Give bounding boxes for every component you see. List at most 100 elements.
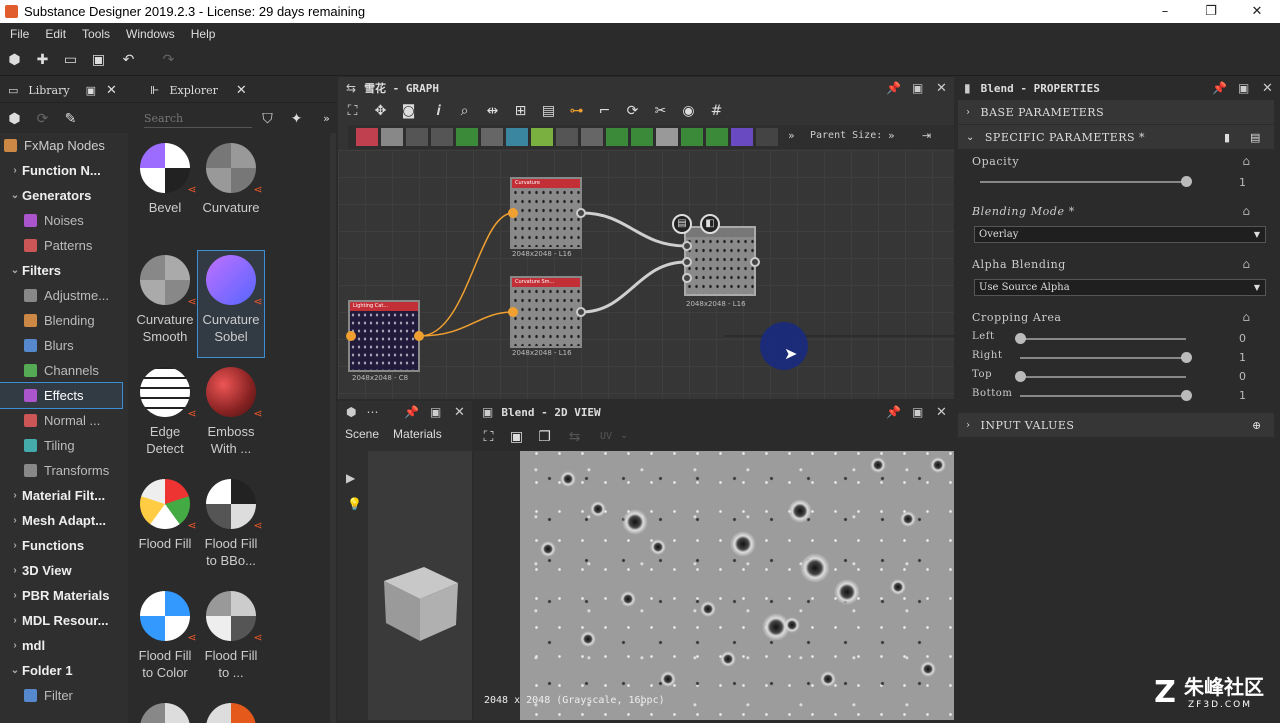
close-panel-icon[interactable]: ✕	[1262, 81, 1273, 96]
node-thumbnail[interactable]: ⋖ Emboss With ...	[198, 363, 264, 469]
share-icon[interactable]: ⇆	[566, 429, 583, 445]
add-icon[interactable]: ⊕	[1252, 419, 1262, 432]
node-thumbnail[interactable]: ⋖ Flood Fill to ...	[198, 587, 264, 693]
maximize-button[interactable]: ❐	[1188, 0, 1234, 23]
close-panel-icon[interactable]: ✕	[936, 81, 947, 96]
node-thumbnail[interactable]	[198, 699, 264, 723]
fit-view-icon[interactable]: ⛶	[480, 429, 497, 445]
chevron-right-icon[interactable]: ›	[8, 590, 22, 601]
search-input[interactable]	[144, 110, 252, 128]
undock-icon[interactable]: ▣	[912, 405, 923, 419]
node-thumbnail[interactable]: ⋖ Curvature Sobel	[197, 250, 265, 358]
move-icon[interactable]: ✥	[372, 103, 389, 119]
category-item[interactable]: › mdl	[0, 633, 122, 658]
redo-icon[interactable]: ↷	[160, 52, 177, 68]
node-thumbnail[interactable]	[132, 699, 198, 723]
pin-icon[interactable]: 📌	[404, 405, 419, 419]
category-item[interactable]: Effects	[0, 382, 123, 409]
menu-file[interactable]: File	[10, 27, 29, 41]
chevron-down-icon[interactable]: ⌄	[8, 665, 22, 676]
menu-edit[interactable]: Edit	[45, 27, 66, 41]
node-blend[interactable]	[684, 226, 756, 296]
menu-help[interactable]: Help	[191, 27, 216, 41]
specific-parameters-section[interactable]: ⌄ SPECIFIC PARAMETERS * ▮ ▤	[958, 125, 1274, 149]
warp-icon[interactable]	[556, 128, 578, 146]
undock-icon[interactable]: ▣	[1238, 81, 1249, 95]
category-item[interactable]: Normal ...	[0, 408, 122, 433]
node-thumbnail[interactable]: ⋖ Flood Fill to Color	[132, 587, 198, 693]
crop-left-slider-knob[interactable]	[1015, 333, 1026, 344]
menu-tools[interactable]: Tools	[82, 27, 110, 41]
node-thumbnail[interactable]: ⋖ Bevel	[132, 139, 198, 245]
crop-top-value[interactable]: 0	[1239, 370, 1246, 383]
texture-preview[interactable]	[520, 451, 954, 720]
category-item[interactable]: › Functions	[0, 533, 122, 558]
category-item[interactable]: Filter	[0, 683, 122, 708]
pixel-processor-icon[interactable]	[631, 128, 653, 146]
category-item[interactable]: Blurs	[0, 333, 122, 358]
opacity-slider-knob[interactable]	[1181, 176, 1192, 187]
close-panel-icon[interactable]: ✕	[454, 405, 465, 420]
frame-icon[interactable]: ▤	[540, 103, 557, 119]
pin-icon[interactable]: 📌	[1212, 81, 1227, 95]
channel-icon[interactable]	[681, 128, 703, 146]
node-thumbnail[interactable]: ⋖ Curvature	[198, 139, 264, 245]
info-icon[interactable]: 𝒊	[430, 103, 447, 119]
grid-icon[interactable]: #	[708, 103, 725, 119]
category-item[interactable]: FxMap Nodes	[0, 133, 122, 158]
node-thumbnail[interactable]: ⋖ Edge Detect	[132, 363, 198, 469]
minimize-button[interactable]: –	[1142, 0, 1188, 23]
gradient-icon[interactable]	[531, 128, 553, 146]
more-icon[interactable]: »	[788, 129, 795, 142]
node-badge-icon[interactable]: ▤	[672, 214, 692, 234]
chevron-right-icon[interactable]: ›	[8, 515, 22, 526]
parent-size-label[interactable]: Parent Size:	[810, 130, 882, 141]
node-badge-icon[interactable]: ◧	[700, 214, 720, 234]
blending-mode-select[interactable]: Overlay ▼	[974, 226, 1266, 243]
output-port[interactable]	[414, 331, 424, 341]
crop-right-slider-track[interactable]	[1020, 357, 1186, 359]
output-toggle-icon[interactable]: ⇥	[922, 129, 931, 142]
blend-icon[interactable]	[581, 128, 603, 146]
snapshot-icon[interactable]: ◙	[400, 103, 417, 119]
crop-left-slider-track[interactable]	[1020, 338, 1186, 340]
noise-icon[interactable]	[756, 128, 778, 146]
input-port[interactable]	[508, 307, 518, 317]
output-port[interactable]	[576, 307, 586, 317]
input-port[interactable]	[346, 331, 356, 341]
input-port[interactable]	[682, 273, 692, 283]
open-folder-icon[interactable]: ▭	[62, 52, 79, 68]
wire-icon[interactable]: ⌐	[596, 103, 613, 119]
tab-materials[interactable]: Materials	[393, 427, 442, 441]
crop-bottom-slider-track[interactable]	[1020, 395, 1186, 397]
blur-icon[interactable]	[481, 128, 503, 146]
camera-icon[interactable]: ▶	[346, 471, 355, 485]
category-item[interactable]: Blending	[0, 308, 122, 333]
category-item[interactable]: Transforms	[0, 458, 122, 483]
light-icon[interactable]: 💡	[347, 497, 362, 511]
reset-icon[interactable]: ⌂	[1242, 204, 1250, 218]
crop-top-slider-track[interactable]	[1020, 376, 1186, 378]
crop-top-slider-knob[interactable]	[1015, 371, 1026, 382]
category-item[interactable]: ⌄ Folder 1	[0, 658, 122, 683]
chevron-right-icon[interactable]: ›	[8, 565, 22, 576]
expand-icon[interactable]: »	[318, 111, 335, 127]
base-parameters-section[interactable]: › BASE PARAMETERS	[958, 100, 1274, 124]
chevron-right-icon[interactable]: ›	[8, 165, 22, 176]
edit-icon[interactable]: ✎	[62, 111, 79, 127]
align-icon[interactable]: ⇹	[484, 103, 501, 119]
close-panel-icon[interactable]: ✕	[936, 405, 947, 420]
more-icon[interactable]: »	[888, 129, 895, 142]
reset-all-icon[interactable]: ▤	[1250, 131, 1261, 144]
pin-icon[interactable]: 📌	[886, 405, 901, 419]
layout-icon[interactable]: ⊞	[512, 103, 529, 119]
levels-icon[interactable]	[456, 128, 478, 146]
input-port[interactable]	[508, 208, 518, 218]
category-item[interactable]: Tiling	[0, 433, 122, 458]
close-tab-icon[interactable]: ✕	[236, 83, 247, 98]
undo-icon[interactable]: ↶	[120, 52, 137, 68]
frame-all-icon[interactable]: ⛶	[344, 103, 361, 119]
opacity-slider-track[interactable]	[980, 181, 1186, 183]
category-item[interactable]: ⌄ Generators	[0, 183, 122, 208]
bitmap-node-icon[interactable]	[356, 128, 378, 146]
